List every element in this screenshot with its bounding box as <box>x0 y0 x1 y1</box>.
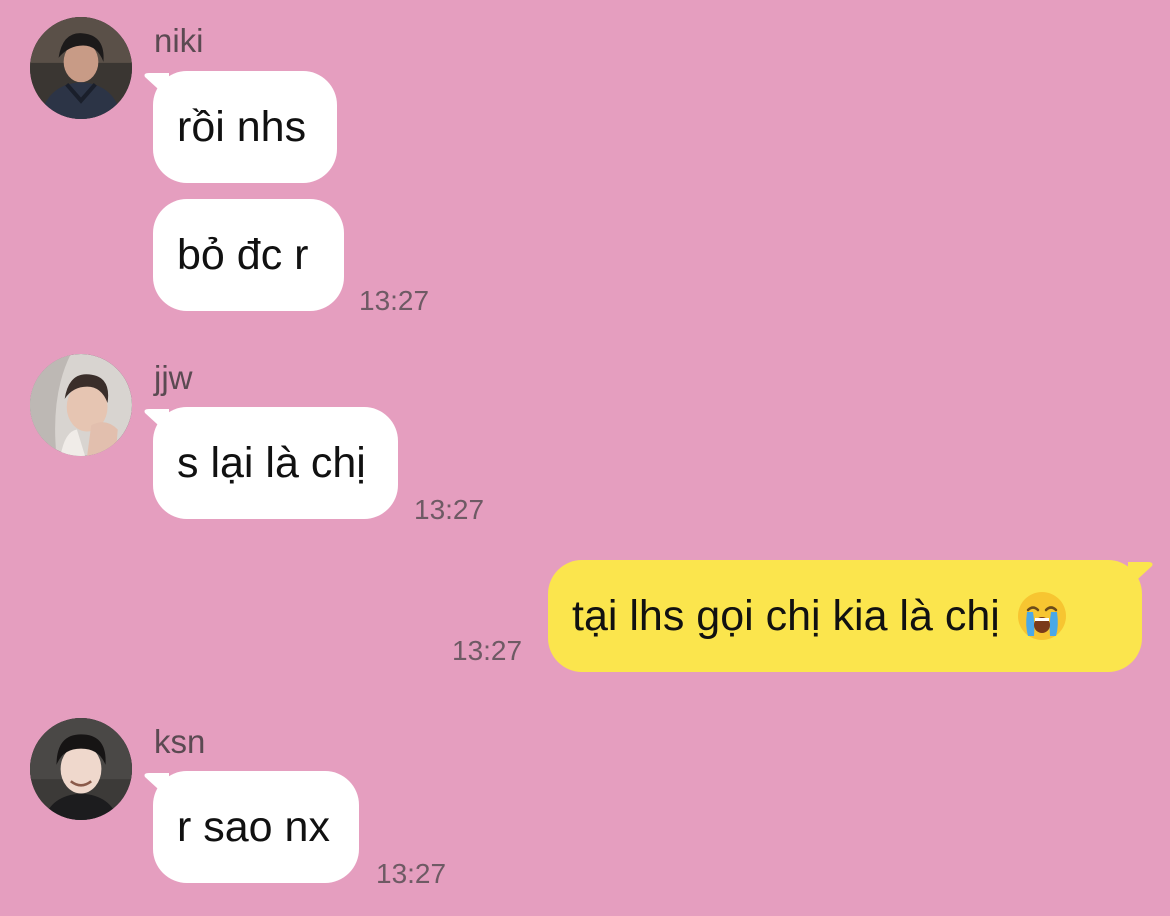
message-timestamp: 13:27 <box>376 858 447 889</box>
message-text: tại lhs gọi chị kia là chị <box>572 591 1000 640</box>
message-timestamp: 13:27 <box>359 285 430 316</box>
message-bubble[interactable]: rồi nhs <box>153 71 337 183</box>
avatar-niki[interactable] <box>30 17 132 119</box>
sender-name: jjw <box>154 359 193 396</box>
outgoing-message-bubble[interactable]: tại lhs gọi chị kia là chị <box>548 560 1142 672</box>
chat-thread: niki rồi nhs bỏ đc r 13:27 jjw s lại là … <box>0 0 1170 916</box>
message-bubble[interactable]: s lại là chị <box>153 407 398 519</box>
avatar-jjw[interactable] <box>30 354 132 456</box>
sender-name: ksn <box>154 723 206 760</box>
message-timestamp: 13:27 <box>414 494 485 525</box>
avatar-ksn[interactable] <box>30 718 132 820</box>
loudly-crying-face-icon <box>1016 590 1068 642</box>
message-timestamp: 13:27 <box>452 635 523 666</box>
message-bubble[interactable]: r sao nx <box>153 771 359 883</box>
message-bubble[interactable]: bỏ đc r <box>153 199 344 311</box>
sender-name: niki <box>154 22 204 59</box>
